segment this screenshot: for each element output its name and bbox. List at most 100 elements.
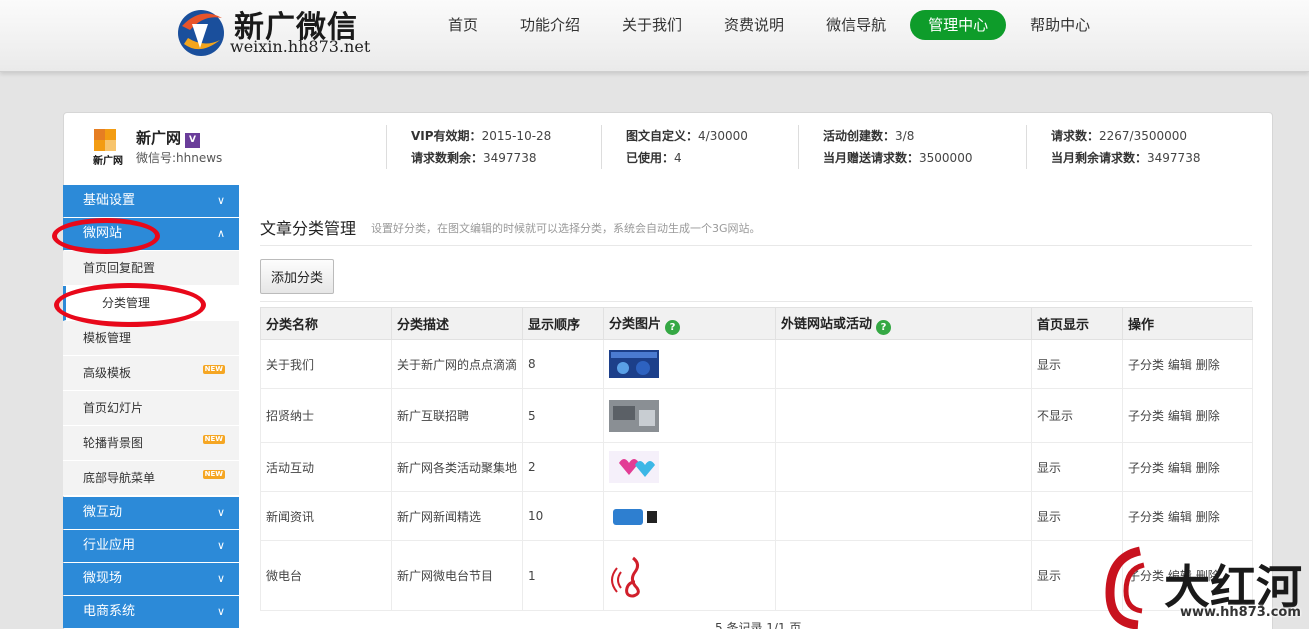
delete-link[interactable]: 删除 (1196, 461, 1220, 475)
sidebar-interaction[interactable]: 微互动 ∨ (63, 497, 239, 529)
sidebar-item-advanced-template[interactable]: 高级模板 NEW (63, 356, 239, 391)
delete-link[interactable]: 删除 (1196, 409, 1220, 423)
cell-image (603, 339, 776, 389)
delete-link[interactable]: 删除 (1196, 358, 1220, 372)
vip-badge: V (185, 133, 201, 148)
cell-order: 2 (522, 442, 604, 492)
logo-emblem-icon (178, 10, 224, 56)
cell-desc: 关于新广网的点点滴滴 (391, 339, 523, 389)
cell-desc: 新广网各类活动聚集地 (391, 442, 523, 492)
nav-about[interactable]: 关于我们 (604, 10, 700, 40)
sidebar-item-home-slides[interactable]: 首页幻灯片 (63, 391, 239, 426)
cell-show: 显示 (1031, 339, 1123, 389)
cell-link (775, 339, 1032, 389)
sidebar-basic-settings[interactable]: 基础设置 ∨ (63, 185, 239, 217)
sidebar-scene[interactable]: 微现场 ∨ (63, 563, 239, 595)
nav-help[interactable]: 帮助中心 (1012, 10, 1108, 40)
cell-name: 微电台 (260, 540, 392, 611)
cell-show: 显示 (1031, 442, 1123, 492)
edit-link[interactable]: 编辑 (1168, 510, 1192, 524)
nav-home[interactable]: 首页 (430, 10, 496, 40)
account-logo-text: 新广网 (93, 154, 123, 167)
add-category-button[interactable]: 添加分类 (260, 259, 334, 294)
table-row: 招贤纳士 新广互联招聘 5 不显示 子分类 编辑 删除 (260, 388, 1253, 443)
account-name: 新广网 V (136, 127, 201, 148)
cell-image (603, 442, 776, 492)
chevron-down-icon: ∨ (216, 194, 225, 207)
col-desc: 分类描述 (391, 307, 523, 340)
col-show: 首页显示 (1031, 307, 1123, 340)
sidebar-item-category-manage[interactable]: 分类管理 (63, 286, 239, 321)
stat-activity: 活动创建数：3/8 当月赠送请求数：3500000 (798, 125, 972, 169)
stat-requests: 请求数：2267/3500000 当月剩余请求数：3497738 (1026, 125, 1200, 169)
new-badge: NEW (202, 435, 225, 444)
cell-order: 10 (522, 491, 604, 541)
cell-order: 5 (522, 388, 604, 443)
sidebar-microsite[interactable]: 微网站 ∧ (63, 218, 239, 250)
stat-custom: 图文自定义：4/30000 已使用：4 (601, 125, 748, 169)
stat-vip: VIP有效期：2015-10-28 请求数剩余：3497738 (386, 125, 551, 169)
cell-order: 1 (522, 540, 604, 611)
main-nav: 首页 功能介绍 关于我们 资费说明 微信导航 管理中心 帮助中心 (430, 10, 1114, 40)
col-name: 分类名称 (260, 307, 392, 340)
table-row: 关于我们 关于新广网的点点滴滴 8 显示 子分类 编辑 删除 (260, 339, 1253, 389)
used-count: 4 (674, 151, 682, 165)
cell-show: 显示 (1031, 491, 1123, 541)
sidebar-item-template-manage[interactable]: 模板管理 (63, 321, 239, 356)
gift-requests: 3500000 (919, 151, 973, 165)
edit-link[interactable]: 编辑 (1168, 358, 1192, 372)
custom-count: 4/30000 (698, 129, 748, 143)
table-row: 新闻资讯 新广网新闻精选 10 显示 子分类 编辑 删除 (260, 491, 1253, 541)
cell-link (775, 442, 1032, 492)
help-icon[interactable]: ? (665, 319, 681, 335)
category-thumbnail (609, 399, 659, 432)
requests-remaining: 3497738 (483, 151, 537, 165)
new-badge: NEW (202, 470, 225, 479)
col-link: 外链网站或活动? (775, 307, 1032, 340)
sidebar-industry[interactable]: 行业应用 ∨ (63, 530, 239, 562)
subcategory-link[interactable]: 子分类 (1128, 358, 1164, 372)
sidebar-item-bottom-nav[interactable]: 底部导航菜单 NEW (63, 461, 239, 496)
music-note-icon (611, 556, 640, 598)
category-thumbnail (609, 350, 659, 378)
col-image: 分类图片? (603, 307, 776, 340)
cell-ops: 子分类 编辑 删除 (1122, 388, 1253, 443)
site-logo[interactable]: 新广微信 weixin.hh873.net (172, 0, 372, 62)
page-hint: 设置好分类，在图文编辑的时候就可以选择分类，系统会自动生成一个3G网站。 (371, 222, 761, 235)
cell-link (775, 491, 1032, 541)
account-logo: 新广网 (93, 129, 123, 167)
subcategory-link[interactable]: 子分类 (1128, 461, 1164, 475)
help-icon[interactable]: ? (876, 319, 892, 335)
divider (260, 301, 1252, 302)
chevron-down-icon: ∨ (216, 506, 225, 519)
sidebar-item-home-reply[interactable]: 首页回复配置 (63, 251, 239, 286)
col-ops: 操作 (1122, 307, 1253, 340)
nav-admin-center[interactable]: 管理中心 (910, 10, 1007, 40)
subcategory-link[interactable]: 子分类 (1128, 510, 1164, 524)
cell-image (603, 491, 776, 541)
cell-name: 招贤纳士 (260, 388, 392, 443)
nav-pricing[interactable]: 资费说明 (706, 10, 802, 40)
pagination: 5 条记录 1/1 页 (715, 621, 802, 629)
cell-show: 不显示 (1031, 388, 1123, 443)
sidebar: 基础设置 ∨ 微网站 ∧ 首页回复配置 分类管理 模板管理 高级模板 NEW 首页幻灯… (63, 185, 239, 629)
edit-link[interactable]: 编辑 (1168, 409, 1192, 423)
nav-wechat-guide[interactable]: 微信导航 (808, 10, 904, 40)
requests-count: 2267/3500000 (1099, 129, 1188, 143)
cell-link (775, 540, 1032, 611)
sidebar-item-carousel-bg[interactable]: 轮播背景图 NEW (63, 426, 239, 461)
sidebar-ecommerce[interactable]: 电商系统 ∨ (63, 596, 239, 628)
cell-link (775, 388, 1032, 443)
chevron-down-icon: ∨ (216, 572, 225, 585)
cell-desc: 新广网新闻精选 (391, 491, 523, 541)
delete-link[interactable]: 删除 (1196, 510, 1220, 524)
subcategory-link[interactable]: 子分类 (1128, 409, 1164, 423)
chevron-down-icon: ∨ (216, 605, 225, 618)
cell-name: 活动互动 (260, 442, 392, 492)
page-title: 文章分类管理 (260, 219, 357, 238)
edit-link[interactable]: 编辑 (1168, 461, 1192, 475)
chevron-up-icon: ∧ (216, 227, 225, 240)
table-row: 活动互动 新广网各类活动聚集地 2 显示 子分类 编辑 删除 (260, 442, 1253, 492)
month-requests-left: 3497738 (1147, 151, 1201, 165)
nav-features[interactable]: 功能介绍 (502, 10, 598, 40)
